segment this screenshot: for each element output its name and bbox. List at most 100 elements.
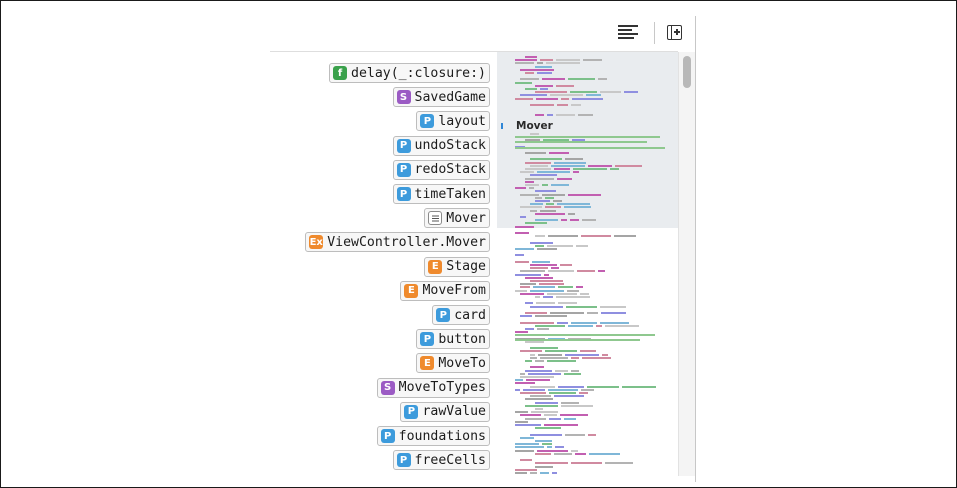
symbol-item[interactable]: PredoStack	[392, 159, 490, 180]
minimap-code-line	[530, 104, 554, 106]
minimap-code-line	[515, 472, 527, 474]
minimap-code-line	[515, 273, 541, 276]
add-editor-icon[interactable]	[667, 25, 682, 40]
symbol-item[interactable]: PrawValue	[400, 401, 490, 422]
minimap-code-line	[540, 356, 568, 359]
minimap-code-line	[547, 244, 573, 247]
symbol-item[interactable]: S MoveToTypes	[376, 377, 490, 398]
minimap-code-line	[525, 180, 534, 183]
symbol-item[interactable]: Ex ViewController.Mover	[305, 232, 490, 253]
minimap-code-line	[525, 360, 532, 362]
minimap-code-line	[554, 161, 586, 164]
minimap-code-line	[601, 312, 626, 314]
minimap-code-line	[525, 369, 552, 372]
minimap-code-line	[548, 270, 574, 273]
minimap-code-line	[530, 174, 557, 177]
symbol-name: Mover	[446, 210, 486, 226]
minimap-code-line	[547, 292, 577, 295]
symbol-item[interactable]: f delay(_:closure:)	[329, 63, 490, 83]
symbol-item[interactable]: E MoveTo	[416, 353, 490, 374]
minimap-code-line	[552, 472, 557, 474]
minimap-code-line	[525, 222, 547, 225]
minimap-code-line	[540, 88, 548, 90]
minimap-code-line	[545, 350, 577, 353]
minimap-code-line	[535, 200, 550, 202]
minimap-code-line	[551, 267, 559, 270]
property-badge-icon: P	[436, 308, 451, 322]
symbol-item[interactable]: PundoStack	[392, 135, 490, 156]
minimap-code-line	[576, 286, 583, 289]
minimap-code-line	[515, 339, 640, 341]
minimap-code-line	[547, 360, 576, 362]
minimap-code-line	[515, 254, 524, 257]
symbol-item[interactable]: Mover	[424, 208, 490, 229]
symbol-item[interactable]: Playout	[416, 111, 490, 132]
minimap-code-line	[535, 296, 540, 298]
minimap-code-line	[515, 260, 529, 263]
minimap-code-line	[530, 164, 548, 167]
minimap-code-line	[568, 212, 575, 215]
minimap-code-line	[530, 356, 537, 359]
minimap-code-line	[523, 388, 545, 391]
minimap-code-line	[530, 366, 544, 369]
minimap-code-line	[520, 68, 554, 71]
minimap-code-line	[549, 417, 561, 420]
minimap-code-line	[520, 414, 541, 417]
symbol-item[interactable]: Pfoundations	[376, 426, 490, 446]
minimap-code-line	[542, 184, 548, 186]
minimap-code-line	[520, 216, 526, 218]
scrollbar[interactable]	[678, 52, 695, 476]
symbol-item[interactable]: E MoveFrom	[400, 280, 490, 301]
minimap-code-line	[580, 350, 596, 353]
symbol-item[interactable]: S SavedGame	[392, 87, 490, 108]
property-badge-icon: P	[396, 453, 411, 468]
symbol-item[interactable]: PtimeTaken	[392, 184, 490, 204]
minimap-code-line	[551, 164, 585, 167]
minimap-code-line	[572, 97, 603, 100]
minimap[interactable]: Mover	[497, 52, 678, 476]
minimap-code-line	[531, 411, 558, 414]
minimap-code-line	[565, 353, 599, 356]
minimap-code-line	[622, 385, 656, 388]
minimap-code-line	[556, 59, 580, 62]
symbol-item[interactable]: PfreeCells	[392, 450, 490, 471]
minimap-code-line	[556, 113, 575, 116]
symbol-item[interactable]: Pcard	[432, 305, 490, 325]
minimap-code-line	[537, 328, 549, 330]
scroll-thumb[interactable]	[683, 56, 691, 88]
symbol-name: Stage	[446, 259, 486, 275]
minimap-code-line	[535, 65, 552, 68]
minimap-code-line	[520, 286, 530, 289]
minimap-code-line	[564, 206, 591, 209]
minimap-code-line	[554, 168, 570, 170]
minimap-code-line	[542, 78, 565, 81]
minimap-code-line	[557, 203, 590, 206]
minimap-code-line	[515, 97, 533, 100]
minimap-code-line	[535, 440, 552, 442]
symbol-name: undoStack	[414, 138, 486, 154]
pane-divider	[695, 16, 696, 482]
minimap-code-line	[560, 264, 572, 266]
minimap-code-line	[589, 452, 620, 455]
minimap-code-line	[558, 385, 584, 388]
minimap-code-line	[544, 273, 549, 276]
list-badge-icon	[428, 211, 443, 226]
minimap-code-line	[515, 289, 527, 292]
minimap-code-line	[530, 433, 562, 436]
symbol-item[interactable]: E Stage	[424, 256, 490, 277]
symbol-name: delay(_:closure:)	[351, 65, 486, 81]
symbol-item[interactable]: Pbutton	[416, 329, 490, 350]
minimap-code-line	[520, 94, 547, 97]
minimap-code-line	[600, 91, 621, 94]
list-lines-icon[interactable]	[618, 22, 640, 42]
minimap-code-line	[548, 388, 578, 391]
minimap-code-line	[565, 433, 585, 436]
minimap-code-line	[535, 84, 553, 87]
minimap-code-line	[515, 411, 528, 414]
minimap-code-line	[556, 296, 590, 298]
minimap-code-line	[520, 193, 539, 196]
minimap-code-line	[535, 360, 544, 362]
symbol-name: freeCells	[414, 452, 486, 468]
minimap-code-line	[520, 270, 545, 273]
symbol-name: MoveToTypes	[398, 380, 486, 396]
